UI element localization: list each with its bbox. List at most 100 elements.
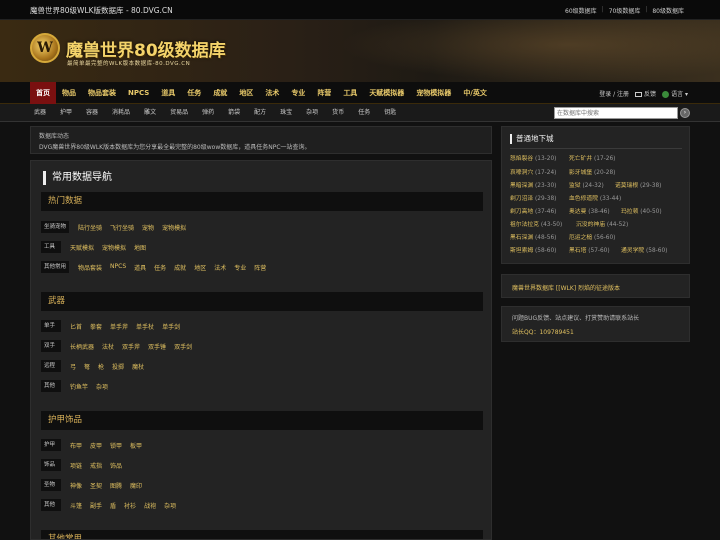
dungeon-link[interactable]: 通灵学院 (58-60): [621, 245, 667, 254]
link-rings[interactable]: 戒指: [90, 461, 102, 470]
link-two-hand-maces[interactable]: 双手锤: [148, 342, 166, 351]
feedback-link[interactable]: 反馈: [635, 89, 656, 98]
link-staves[interactable]: 法杖: [102, 342, 114, 351]
nav-home[interactable]: 首页: [30, 82, 56, 104]
login-link[interactable]: 登录 / 注册: [599, 89, 629, 98]
nav-zones[interactable]: 地区: [233, 82, 259, 104]
link-props[interactable]: 道具: [134, 263, 146, 272]
link-off-hand[interactable]: 副手: [90, 501, 102, 510]
link-quests[interactable]: 任务: [154, 263, 166, 272]
nav-language-toggle[interactable]: 中/英文: [457, 82, 493, 104]
subnav-gems[interactable]: 珠宝: [280, 104, 292, 122]
subnav-consumables[interactable]: 消耗品: [112, 104, 130, 122]
link-two-hand-axes[interactable]: 双手斧: [122, 342, 140, 351]
link-60-database[interactable]: 60级数据库: [565, 6, 597, 15]
subnav-weapons[interactable]: 武器: [34, 104, 46, 122]
subnav-quest-items[interactable]: 任务: [358, 104, 370, 122]
dungeon-link[interactable]: 黑石深渊 (48-56): [510, 232, 556, 241]
nav-item-sets[interactable]: 物品套装: [82, 82, 122, 104]
search-icon[interactable]: ›: [680, 108, 690, 118]
nav-spells[interactable]: 法术: [259, 82, 285, 104]
nav-professions[interactable]: 专业: [285, 82, 311, 104]
nav-tools[interactable]: 工具: [337, 82, 363, 104]
link-factions[interactable]: 阵营: [254, 263, 266, 272]
dungeon-link[interactable]: 影牙城堡 (20-28): [569, 167, 615, 176]
language-menu[interactable]: 语言 ▾: [662, 89, 688, 98]
link-one-hand-axes[interactable]: 单手斧: [110, 322, 128, 331]
dungeon-link[interactable]: 诺莫瑞根 (29-38): [615, 180, 661, 189]
logo-title[interactable]: 魔兽世界80级数据库: [66, 36, 226, 61]
link-wands[interactable]: 魔杖: [132, 362, 144, 371]
link-one-hand-maces[interactable]: 单手杖: [136, 322, 154, 331]
subnav-recipes[interactable]: 配方: [254, 104, 266, 122]
dungeon-link[interactable]: 剃刀高地 (37-46): [510, 206, 556, 215]
subnav-keys[interactable]: 钥匙: [384, 104, 396, 122]
link-pet-sim-tool[interactable]: 宠物模拟: [102, 243, 126, 252]
dungeon-link[interactable]: 怒焰裂谷 (13-20): [510, 153, 556, 162]
subnav-glyphs[interactable]: 雕文: [144, 104, 156, 122]
link-sigils[interactable]: 魔印: [130, 481, 142, 490]
link-idols[interactable]: 神像: [70, 481, 82, 490]
link-bows[interactable]: 弓: [70, 362, 76, 371]
link-leather[interactable]: 皮甲: [90, 441, 102, 450]
link-weapons-misc[interactable]: 杂项: [96, 382, 108, 391]
link-totems[interactable]: 图腾: [110, 481, 122, 490]
subnav-armor[interactable]: 护甲: [60, 104, 72, 122]
link-npcs[interactable]: NPCS: [110, 263, 126, 272]
subnav-trade-goods[interactable]: 贸易品: [170, 104, 188, 122]
dungeon-link[interactable]: 祖尔法拉克 (43-50): [510, 219, 562, 228]
link-mail[interactable]: 锁甲: [110, 441, 122, 450]
link-70-database[interactable]: 70级数据库: [609, 6, 641, 15]
link-pets[interactable]: 宠物: [142, 223, 154, 232]
wow-logo-icon[interactable]: W: [30, 33, 60, 63]
link-daggers[interactable]: 匕首: [70, 322, 82, 331]
subnav-ammo[interactable]: 弹药: [202, 104, 214, 122]
link-necklaces[interactable]: 项链: [70, 461, 82, 470]
subnav-quivers[interactable]: 箭袋: [228, 104, 240, 122]
link-achievements[interactable]: 成就: [174, 263, 186, 272]
subnav-currency[interactable]: 货币: [332, 104, 344, 122]
dungeon-link[interactable]: 沉没的神庙 (44-52): [576, 219, 628, 228]
nav-npcs[interactable]: NPCS: [122, 82, 155, 104]
dungeon-link[interactable]: 奥达曼 (38-46): [569, 206, 610, 215]
link-thrown[interactable]: 投掷: [112, 362, 124, 371]
link-fist-weapons[interactable]: 拳套: [90, 322, 102, 331]
link-librams[interactable]: 圣契: [90, 481, 102, 490]
dungeon-link[interactable]: 哀嚎洞穴 (17-24): [510, 167, 556, 176]
nav-quests[interactable]: 任务: [181, 82, 207, 104]
link-trinkets[interactable]: 饰品: [110, 461, 122, 470]
link-cloaks[interactable]: 斗篷: [70, 501, 82, 510]
link-zones[interactable]: 地区: [194, 263, 206, 272]
link-guns[interactable]: 枪: [98, 362, 104, 371]
link-shirts[interactable]: 衬衫: [124, 501, 136, 510]
search-input[interactable]: [554, 107, 678, 119]
subnav-containers[interactable]: 容器: [86, 104, 98, 122]
promo-link[interactable]: 魔兽世界数据库 [[WLK] 烈焰的征途版本: [512, 285, 620, 292]
link-polearms[interactable]: 长柄武器: [70, 342, 94, 351]
link-two-hand-swords[interactable]: 双手剑: [174, 342, 192, 351]
link-armor-misc[interactable]: 杂项: [164, 501, 176, 510]
link-one-hand-swords[interactable]: 单手剑: [162, 322, 180, 331]
dungeon-link[interactable]: 斯坦索姆 (58-60): [510, 245, 556, 254]
nav-talent-calculator[interactable]: 天赋模拟器: [363, 82, 410, 104]
link-80-database[interactable]: 80级数据库: [652, 6, 684, 15]
link-plate[interactable]: 板甲: [130, 441, 142, 450]
link-flying-mounts[interactable]: 飞行坐骑: [110, 223, 134, 232]
link-map[interactable]: 地图: [134, 243, 146, 252]
dungeon-link[interactable]: 监狱 (24-32): [569, 180, 604, 189]
link-fishing-poles[interactable]: 钓鱼竿: [70, 382, 88, 391]
link-talent-sim[interactable]: 天赋模拟: [70, 243, 94, 252]
nav-factions[interactable]: 阵营: [311, 82, 337, 104]
link-spells[interactable]: 法术: [214, 263, 226, 272]
dungeon-link[interactable]: 黑石塔 (57-60): [569, 245, 610, 254]
dungeon-link[interactable]: 厄运之槌 (56-60): [569, 232, 615, 241]
link-professions[interactable]: 专业: [234, 263, 246, 272]
subnav-misc[interactable]: 杂项: [306, 104, 318, 122]
dungeon-link[interactable]: 血色修道院 (33-44): [569, 193, 621, 202]
nav-achievements[interactable]: 成就: [207, 82, 233, 104]
link-shields[interactable]: 盾: [110, 501, 116, 510]
link-pet-sim[interactable]: 宠物模拟: [162, 223, 186, 232]
link-tabards[interactable]: 战袍: [144, 501, 156, 510]
dungeon-link[interactable]: 剃刀沼泽 (29-38): [510, 193, 556, 202]
dungeon-link[interactable]: 玛拉顿 (40-50): [621, 206, 662, 215]
